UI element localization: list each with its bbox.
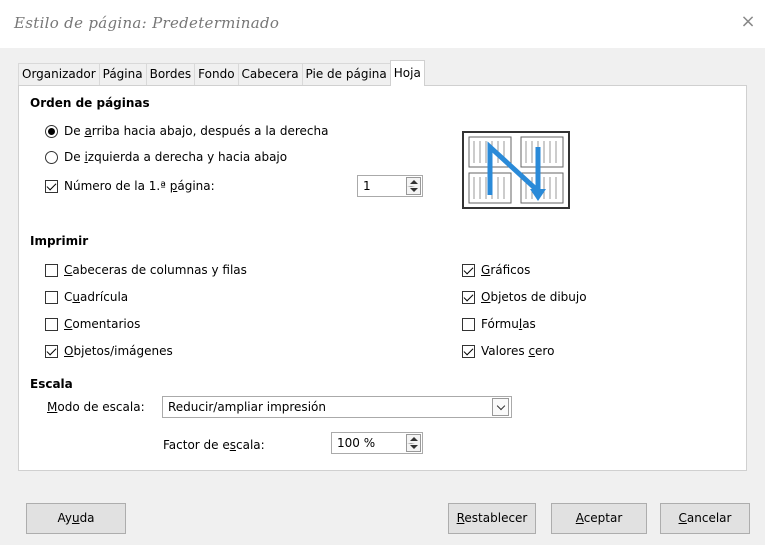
tab-pagina[interactable]: Página [98,63,147,86]
checkbox-indicator[interactable] [45,179,58,193]
title-bar: Estilo de página: Predeterminado × [0,0,765,48]
radio-indicator[interactable] [45,124,58,138]
print-heading: Imprimir [30,234,89,248]
checkbox-objects-images[interactable]: Objetos/imágenes [45,342,173,360]
reset-button[interactable]: Restablecer [448,503,536,534]
scale-mode-label: Modo de escala: [47,400,145,414]
checkbox-label: Objetos de dibujo [481,290,587,304]
stepper-buttons[interactable] [406,434,421,452]
checkbox-indicator[interactable] [45,344,58,358]
checkbox-indicator[interactable] [462,317,475,331]
ok-button[interactable]: Aceptar [551,503,647,534]
first-page-value[interactable]: 1 [363,179,371,193]
page-order-diagram [468,136,564,204]
spin-down-icon[interactable] [410,445,418,449]
scale-factor-stepper[interactable]: 100 % [331,432,423,454]
page-order-preview-icon [462,131,570,209]
help-button[interactable]: Ayuda [26,503,126,534]
tab-organizador[interactable]: Organizador [18,63,100,86]
checkbox-column-row-headers[interactable]: Cabeceras de columnas y filas [45,261,247,279]
checkbox-indicator[interactable] [462,290,475,304]
tab-panel-hoja: Orden de páginas De arriba hacia abajo, … [18,85,747,471]
first-page-label: Número de la 1.ª página: [64,179,215,193]
close-icon[interactable]: × [739,13,757,31]
cancel-button[interactable]: Cancelar [660,503,750,534]
tab-cabecera[interactable]: Cabecera [237,63,303,86]
checkbox-indicator[interactable] [45,290,58,304]
spin-up-icon[interactable] [410,437,418,441]
dialog-title: Estilo de página: Predeterminado [14,14,280,32]
radio-indicator[interactable] [45,150,58,164]
checkbox-zero-values[interactable]: Valores cero [462,342,554,360]
checkbox-drawing-objects[interactable]: Objetos de dibujo [462,288,587,306]
checkbox-label: Valores cero [481,344,555,358]
tab-pie-de-pagina[interactable]: Pie de página [301,63,391,86]
checkbox-label: Cabeceras de columnas y filas [64,263,247,277]
checkbox-label: Cuadrícula [64,290,129,304]
checkbox-indicator[interactable] [45,263,58,277]
checkbox-label: Comentarios [64,317,141,331]
checkbox-label: Objetos/imágenes [64,344,173,358]
tab-hoja[interactable]: Hoja [389,60,425,86]
scale-factor-label: Factor de escala: [163,438,265,452]
tab-bar: Organizador Página Bordes Fondo Cabecera… [18,60,425,86]
radio-left-right-label: De izquierda a derecha y hacia abajo [64,150,288,164]
checkbox-charts[interactable]: Gráficos [462,261,530,279]
checkbox-indicator[interactable] [45,317,58,331]
first-page-stepper[interactable]: 1 [357,175,423,197]
spin-down-icon[interactable] [410,188,418,192]
scale-mode-select[interactable]: Reducir/ampliar impresión [162,396,512,418]
scale-mode-value[interactable]: Reducir/ampliar impresión [168,400,326,414]
scale-factor-value[interactable]: 100 % [337,436,375,450]
first-page-checkbox[interactable]: Número de la 1.ª página: [45,177,215,195]
tab-fondo[interactable]: Fondo [194,63,239,86]
radio-top-down-label: De arriba hacia abajo, después a la dere… [64,124,329,138]
radio-top-down[interactable]: De arriba hacia abajo, después a la dere… [45,122,328,140]
radio-left-right[interactable]: De izquierda a derecha y hacia abajo [45,148,287,166]
scale-heading: Escala [30,377,73,391]
tab-bordes[interactable]: Bordes [145,63,196,86]
stepper-buttons[interactable] [406,177,421,195]
checkbox-comments[interactable]: Comentarios [45,315,140,333]
checkbox-label: Fórmulas [481,317,536,331]
chevron-down-icon[interactable] [492,398,509,416]
checkbox-formulas[interactable]: Fórmulas [462,315,536,333]
checkbox-grid[interactable]: Cuadrícula [45,288,128,306]
spin-up-icon[interactable] [410,180,418,184]
checkbox-indicator[interactable] [462,344,475,358]
page-order-heading: Orden de páginas [30,96,150,110]
checkbox-indicator[interactable] [462,263,475,277]
checkbox-label: Gráficos [481,263,531,277]
